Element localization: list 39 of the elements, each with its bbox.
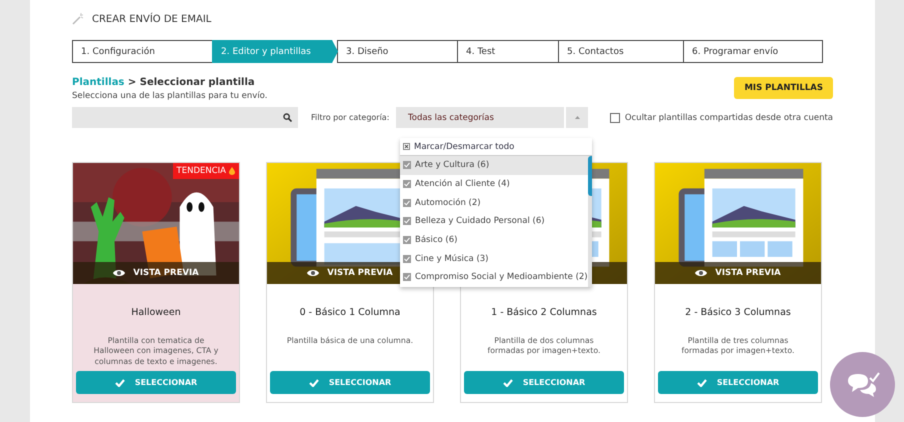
category-option[interactable]: Belleza y Cuidado Personal (6): [400, 212, 588, 231]
card-title: Halloween: [131, 307, 181, 318]
breadcrumb-separator: >: [128, 77, 136, 88]
preview-button[interactable]: VISTA PREVIA: [655, 262, 821, 284]
subtitle: Selecciona una de las plantillas para tu envío.: [72, 91, 268, 101]
hide-shared-checkbox[interactable]: Ocultar plantillas compartidas desde otra cuenta: [610, 112, 833, 122]
category-option[interactable]: Arte y Cultura (6): [400, 156, 588, 175]
category-select[interactable]: Todas las categorías: [396, 107, 588, 128]
check-icon: [502, 378, 513, 387]
breadcrumb-current: Seleccionar plantilla: [140, 77, 255, 88]
check-icon: [114, 378, 125, 387]
category-option[interactable]: Básico (6): [400, 230, 588, 250]
category-option[interactable]: Atención al Cliente (4): [400, 174, 588, 194]
close-icon: [403, 143, 410, 150]
card-title: 0 - Básico 1 Columna: [300, 307, 400, 318]
filter-label: Filtro por categoría:: [311, 113, 390, 122]
category-option[interactable]: Automoción (2): [400, 193, 588, 212]
trending-badge: TENDENCIA: [172, 163, 239, 179]
check-icon: [696, 378, 707, 387]
preview-button[interactable]: VISTA PREVIA: [73, 262, 239, 284]
caret-icon: [574, 116, 580, 119]
magic-wand-icon: [72, 13, 84, 25]
page-title: CREAR ENVÍO DE EMAIL: [92, 14, 212, 24]
check-icon: [308, 378, 319, 387]
search-field[interactable]: [72, 107, 298, 128]
step-tab[interactable]: 6. Programar envío: [683, 40, 823, 63]
chat-icon: [846, 370, 880, 398]
step-tab[interactable]: 5. Contactos: [558, 40, 684, 63]
my-templates-button[interactable]: MIS PLANTILLAS: [734, 77, 833, 99]
step-tab[interactable]: 3. Diseño: [337, 40, 458, 63]
card-title: 2 - Básico 3 Columnas: [685, 307, 791, 318]
eye-icon: [113, 269, 126, 278]
search-icon: [283, 113, 292, 122]
eye-icon: [307, 269, 320, 278]
step-tab[interactable]: 1. Configuración: [72, 40, 213, 63]
eye-icon: [695, 269, 708, 278]
card-title: 1 - Básico 2 Columnas: [491, 307, 597, 318]
step-tab[interactable]: 4. Test: [457, 40, 559, 63]
flame-icon: [229, 167, 235, 175]
